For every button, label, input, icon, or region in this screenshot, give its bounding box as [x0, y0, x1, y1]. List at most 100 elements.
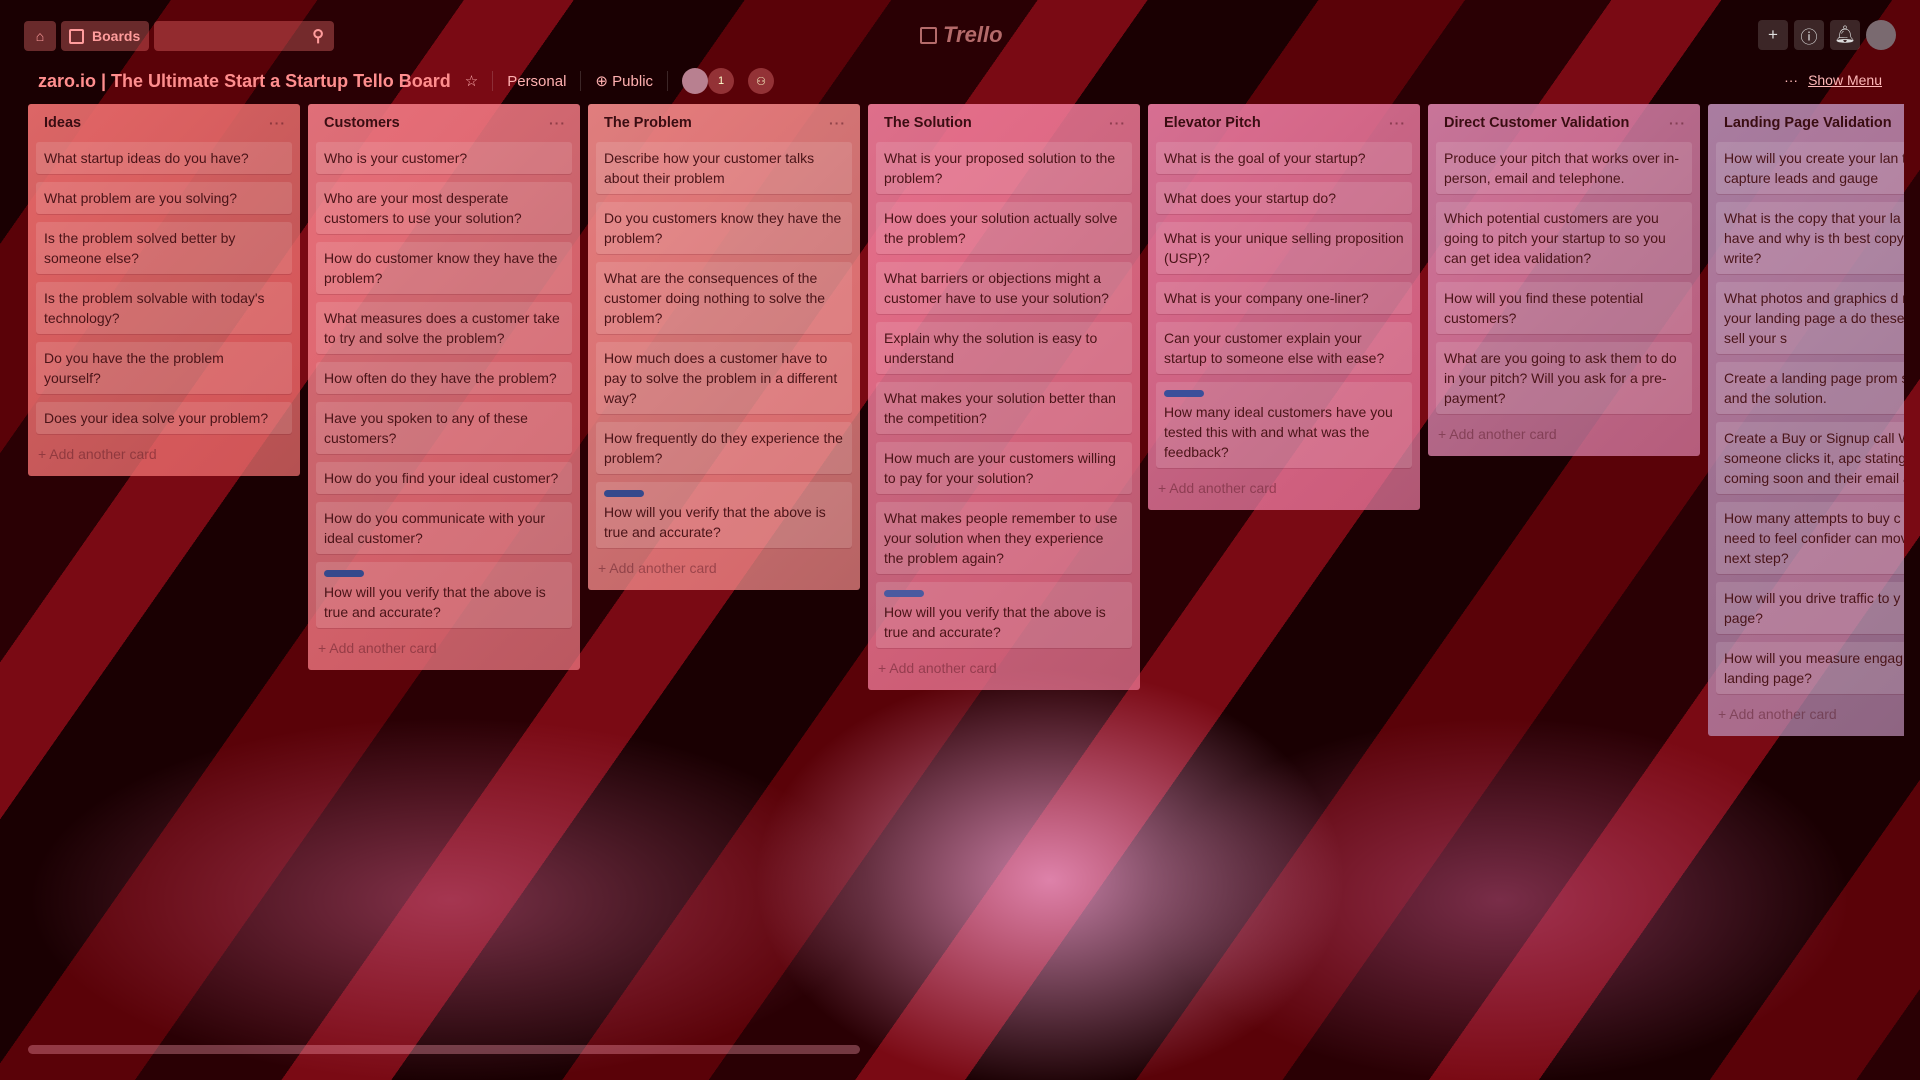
add-card-button[interactable]: + Add another card [36, 442, 292, 470]
card-text: What does your startup do? [1164, 190, 1336, 206]
card[interactable]: How frequently do they experience the pr… [596, 422, 852, 474]
notifications-button[interactable]: 🔔︎ [1830, 20, 1860, 50]
list-title[interactable]: The Problem [604, 115, 692, 131]
card-text: How will you verify that the above is tr… [884, 604, 1106, 640]
card[interactable]: How many attempts to buy c do you need t… [1716, 502, 1904, 574]
add-card-button[interactable]: + Add another card [596, 556, 852, 584]
visibility-button[interactable]: ⊕ Public [595, 72, 653, 90]
card[interactable]: Create a landing page prom startup and t… [1716, 362, 1904, 414]
card-text: What barriers or objections might a cust… [884, 270, 1109, 306]
list-title[interactable]: Ideas [44, 115, 81, 131]
card[interactable]: How often do they have the problem? [316, 362, 572, 394]
card[interactable]: Have you spoken to any of these customer… [316, 402, 572, 454]
card[interactable]: How much are your customers willing to p… [876, 442, 1132, 494]
list-title[interactable]: Elevator Pitch [1164, 115, 1261, 131]
card[interactable]: Which potential customers are you going … [1436, 202, 1692, 274]
add-card-button[interactable]: + Add another card [1436, 422, 1692, 450]
card-text: How often do they have the problem? [324, 370, 557, 386]
card[interactable]: What is your unique selling proposition … [1156, 222, 1412, 274]
card[interactable]: Can your customer explain your startup t… [1156, 322, 1412, 374]
member-count[interactable]: 1 [708, 68, 735, 94]
list-menu-icon[interactable]: ··· [1669, 115, 1686, 131]
card[interactable]: Do you customers know they have the prob… [596, 202, 852, 254]
card[interactable]: Explain why the solution is easy to unde… [876, 322, 1132, 374]
horizontal-scrollbar[interactable] [28, 1045, 860, 1054]
card[interactable]: What is the goal of your startup? [1156, 142, 1412, 174]
card[interactable]: Is the problem solved better by someone … [36, 222, 292, 274]
card[interactable]: How much does a customer have to pay to … [596, 342, 852, 414]
card[interactable]: Does your idea solve your problem? [36, 402, 292, 434]
invite-icon[interactable]: ⚇ [748, 68, 775, 94]
card[interactable]: Create a Buy or Signup call When someone… [1716, 422, 1904, 494]
card[interactable]: What makes people remember to use your s… [876, 502, 1132, 574]
card[interactable]: Who are your most desperate customers to… [316, 182, 572, 234]
card-text: What photos and graphics d need for your… [1724, 290, 1904, 346]
card[interactable]: How do you find your ideal customer? [316, 462, 572, 494]
card[interactable]: What measures does a customer take to tr… [316, 302, 572, 354]
list-header: The Problem ··· [596, 104, 852, 142]
card[interactable]: How will you create your lan to capture … [1716, 142, 1904, 194]
card[interactable]: How will you measure engag your landing … [1716, 642, 1904, 694]
home-button[interactable]: ⌂ [24, 21, 56, 51]
show-menu-button[interactable]: ··· Show Menu [1784, 72, 1882, 88]
card[interactable]: What is the copy that your la page will … [1716, 202, 1904, 274]
add-card-button[interactable]: + Add another card [316, 636, 572, 664]
info-button[interactable]: ⓘ [1794, 20, 1824, 50]
card[interactable]: How many ideal customers have you tested… [1156, 382, 1412, 468]
add-card-button[interactable]: + Add another card [876, 656, 1132, 684]
card[interactable]: Who is your customer? [316, 142, 572, 174]
list-landing-page-validation: Landing Page Validation··· How will you c… [1708, 104, 1904, 736]
list-menu-icon[interactable]: ··· [549, 115, 566, 131]
card[interactable]: Do you have the the problem yourself? [36, 342, 292, 394]
card[interactable]: Is the problem solvable with today's tec… [36, 282, 292, 334]
add-card-button[interactable]: + Add another card [1156, 476, 1412, 504]
card[interactable]: What is your company one-liner? [1156, 282, 1412, 314]
card[interactable]: What startup ideas do you have? [36, 142, 292, 174]
list-elevator-pitch: Elevator Pitch ··· What is the goal of you… [1148, 104, 1420, 510]
card-label [884, 590, 924, 597]
card[interactable]: What photos and graphics d need for your… [1716, 282, 1904, 354]
card[interactable]: How does your solution actually solve th… [876, 202, 1132, 254]
card-text: What is your proposed solution to the pr… [884, 150, 1116, 186]
card[interactable]: How do customer know they have the probl… [316, 242, 572, 294]
avatar[interactable] [1866, 20, 1896, 50]
card[interactable]: How will you verify that the above is tr… [316, 562, 572, 628]
boards-button[interactable]: Boards [61, 21, 149, 51]
card-text: How frequently do they experience the pr… [604, 430, 843, 466]
board-title[interactable]: zaro.io | The Ultimate Start a Startup T… [38, 71, 451, 92]
star-icon[interactable]: ☆ [465, 72, 478, 90]
list-title[interactable]: Direct Customer Validation [1444, 115, 1629, 131]
card[interactable]: How will you drive traffic to y landing … [1716, 582, 1904, 634]
boards-label: Boards [92, 28, 141, 44]
card[interactable]: What problem are you solving? [36, 182, 292, 214]
list-header: Landing Page Validation··· [1716, 104, 1904, 142]
card[interactable]: How will you find these potential custom… [1436, 282, 1692, 334]
add-card-button[interactable]: + Add another card [1716, 702, 1904, 730]
card[interactable]: How will you verify that the above is tr… [596, 482, 852, 548]
card[interactable]: How will you verify that the above is tr… [876, 582, 1132, 648]
list-menu-icon[interactable]: ··· [829, 115, 846, 131]
member-avatar[interactable] [682, 68, 709, 94]
list-title[interactable]: Customers [324, 115, 400, 131]
team-button[interactable]: Personal [507, 73, 566, 90]
card[interactable]: What does your startup do? [1156, 182, 1412, 214]
card[interactable]: Produce your pitch that works over in-pe… [1436, 142, 1692, 194]
card[interactable]: How do you communicate with your ideal c… [316, 502, 572, 554]
list-menu-icon[interactable]: ··· [269, 115, 286, 131]
list-menu-icon[interactable]: ··· [1109, 115, 1126, 131]
card[interactable]: What barriers or objections might a cust… [876, 262, 1132, 314]
card[interactable]: What makes your solution better than the… [876, 382, 1132, 434]
card-text: What makes your solution better than the… [884, 390, 1116, 426]
list-title[interactable]: The Solution [884, 115, 972, 131]
list-ideas: Ideas ··· What startup ideas do you have? W… [28, 104, 300, 476]
trello-logo[interactable]: Trello [920, 22, 1003, 48]
list-menu-icon[interactable]: ··· [1389, 115, 1406, 131]
card[interactable]: What is your proposed solution to the pr… [876, 142, 1132, 194]
card[interactable]: What are you going to ask them to do in … [1436, 342, 1692, 414]
card[interactable]: Describe how your customer talks about t… [596, 142, 852, 194]
card-text: What makes people remember to use your s… [884, 510, 1118, 566]
card[interactable]: What are the consequences of the custome… [596, 262, 852, 334]
list-title[interactable]: Landing Page Validation [1724, 115, 1892, 131]
create-button[interactable]: + [1758, 20, 1788, 50]
search-input[interactable]: ⚲ [154, 21, 334, 51]
